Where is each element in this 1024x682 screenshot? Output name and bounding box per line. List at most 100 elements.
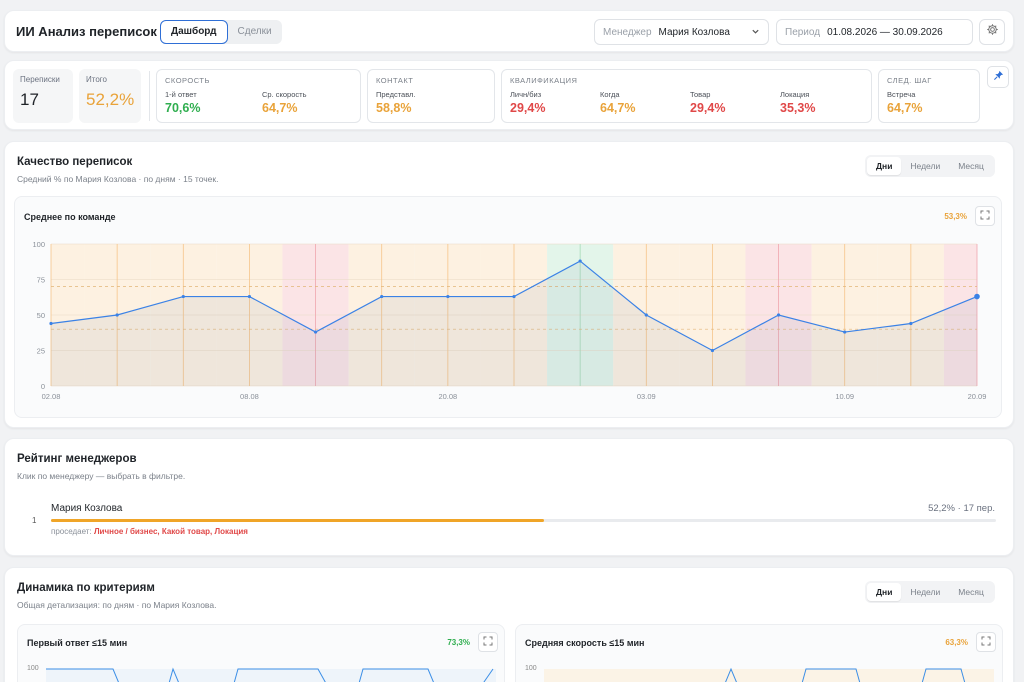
period-select[interactable]: Период 01.08.2026 — 30.09.2026 — [776, 19, 973, 45]
y-tick-label: 50 — [37, 311, 45, 320]
x-tick-label: 10.09 — [835, 392, 854, 401]
data-point — [843, 330, 847, 334]
group-title: СЛЕД. ШАГ — [887, 76, 932, 85]
data-point — [247, 294, 252, 299]
metric-label: Локация — [780, 90, 810, 99]
metric-value: 29,4% — [510, 101, 546, 115]
top-bar: ИИ Анализ переписок Дашборд Сделки Менед… — [4, 10, 1014, 52]
team-average-chart: Среднее по команде 53,3% 0 25 50 75 100 02.08… — [14, 196, 1002, 418]
period-label: Период — [785, 26, 821, 38]
kpi-divider — [149, 71, 150, 121]
period-value: 01.08.2026 — 30.09.2026 — [827, 26, 943, 38]
period-toggle: Дни Недели Месяц — [865, 155, 995, 177]
weak-label: проседает: — [51, 527, 92, 536]
average-speed-chart: Средняя скорость ≤15 мин 63,3% 100 — [515, 624, 1003, 682]
manager-progress-bar[interactable] — [51, 519, 996, 522]
tab-dashboard[interactable]: Дашборд — [160, 20, 228, 44]
quality-section: Качество переписок Средний % по Мария Ко… — [4, 141, 1014, 428]
metric-meeting: Встреча 64,7% — [887, 90, 922, 115]
period-month-button[interactable]: Месяц — [949, 157, 993, 175]
metric-personal-business: Личн/биз 29,4% — [510, 90, 600, 115]
tab-deals[interactable]: Сделки — [228, 20, 282, 44]
metric-value: 58,8% — [376, 101, 412, 115]
period-weeks-button[interactable]: Недели — [901, 583, 949, 601]
kpi-conversations: Переписки 17 — [13, 69, 73, 123]
criteria-dynamics-section: Динамика по критериям Общая детализация:… — [4, 567, 1014, 682]
manager-value: Мария Козлова — [658, 26, 730, 38]
view-tabs: Дашборд Сделки — [160, 20, 282, 44]
metric-value: 35,3% — [780, 101, 816, 115]
manager-label: Менеджер — [603, 26, 652, 38]
period-days-button[interactable]: Дни — [867, 157, 902, 175]
settings-button[interactable] — [979, 19, 1005, 45]
metric-value: 29,4% — [690, 101, 726, 115]
chevron-down-icon — [751, 27, 760, 38]
x-tick-label: 20.09 — [968, 392, 987, 401]
metric-first-reply: 1-й ответ 70,6% — [165, 90, 262, 115]
manager-rating-section: Рейтинг менеджеров Клик по менеджеру — в… — [4, 438, 1014, 556]
y-tick-label: 75 — [37, 276, 45, 285]
kpi-group-speed: СКОРОСТЬ 1-й ответ 70,6% Ср. скорость 64… — [156, 69, 361, 123]
line-chart: 0 25 50 75 100 02.08 08.08 20.08 03.09 10.09 20.09 — [32, 240, 987, 401]
data-point — [710, 348, 715, 353]
pin-button[interactable] — [987, 66, 1009, 88]
metric-label: Встреча — [887, 90, 916, 99]
mini-sparkline — [46, 667, 496, 682]
kpi-conversations-label: Переписки — [20, 75, 60, 84]
metric-introduction: Представл. 58,8% — [376, 90, 416, 115]
metric-value: 70,6% — [165, 101, 201, 115]
metric-product: Товар 29,4% — [690, 90, 780, 115]
gear-icon — [986, 23, 999, 41]
metric-label: Когда — [600, 90, 620, 99]
data-point — [578, 259, 582, 263]
section-subtitle: Общая детализация: по дням · по Мария Ко… — [17, 600, 217, 610]
manager-select[interactable]: Менеджер Мария Козлова — [594, 19, 769, 45]
metric-avg-speed: Ср. скорость 64,7% — [262, 90, 306, 115]
kpi-group-qualification: КВАЛИФИКАЦИЯ Личн/биз 29,4% Когда 64,7% … — [501, 69, 872, 123]
section-subtitle: Средний % по Мария Козлова · по дням · 1… — [17, 174, 219, 184]
section-title: Динамика по критериям — [17, 582, 155, 594]
data-point — [181, 294, 185, 299]
kpi-total-label: Итого — [86, 75, 107, 84]
group-title: КВАЛИФИКАЦИЯ — [510, 76, 578, 85]
metric-when: Когда 64,7% — [600, 90, 690, 115]
data-point — [446, 294, 450, 299]
section-title: Рейтинг менеджеров — [17, 453, 137, 465]
kpi-panel: Переписки 17 Итого 52,2% СКОРОСТЬ 1-й от… — [4, 60, 1014, 130]
kpi-total-value: 52,2% — [86, 90, 135, 109]
app-title: ИИ Анализ переписок — [16, 24, 157, 39]
x-tick-label: 03.09 — [637, 392, 656, 401]
metric-label: Товар — [690, 90, 711, 99]
period-days-button[interactable]: Дни — [867, 583, 902, 601]
y-tick-label: 0 — [41, 382, 45, 391]
data-point — [909, 321, 913, 326]
x-tick-label: 02.08 — [42, 392, 61, 401]
weak-criteria: проседает: Личное / бизнес, Какой товар,… — [51, 527, 248, 536]
data-point — [512, 294, 516, 299]
data-point — [644, 313, 648, 317]
kpi-group-contact: КОНТАКТ Представл. 58,8% — [367, 69, 495, 123]
metric-location: Локация 35,3% — [780, 90, 815, 115]
manager-name[interactable]: Мария Козлова — [51, 503, 122, 514]
kpi-total: Итого 52,2% — [79, 69, 141, 123]
data-point — [380, 294, 384, 299]
data-point — [776, 313, 781, 317]
period-month-button[interactable]: Месяц — [949, 583, 993, 601]
dynamics-period-toggle: Дни Недели Месяц — [865, 581, 995, 603]
pin-icon — [993, 68, 1004, 86]
kpi-conversations-value: 17 — [20, 90, 39, 109]
mini-sparkline — [544, 667, 994, 682]
weak-items: Личное / бизнес, Какой товар, Локация — [93, 527, 248, 536]
metric-label: Личн/биз — [510, 90, 542, 99]
x-tick-label: 20.08 — [438, 392, 457, 401]
y-tick-label: 25 — [37, 347, 45, 356]
manager-rank: 1 — [32, 516, 37, 525]
data-point — [115, 313, 119, 317]
period-weeks-button[interactable]: Недели — [901, 157, 949, 175]
data-point — [313, 330, 318, 334]
y-tick-label: 100 — [32, 240, 45, 249]
manager-stats: 52,2% · 17 пер. — [928, 503, 995, 514]
group-title: КОНТАКТ — [376, 76, 414, 85]
metric-value: 64,7% — [600, 101, 636, 115]
metric-label: Ср. скорость — [262, 90, 307, 99]
